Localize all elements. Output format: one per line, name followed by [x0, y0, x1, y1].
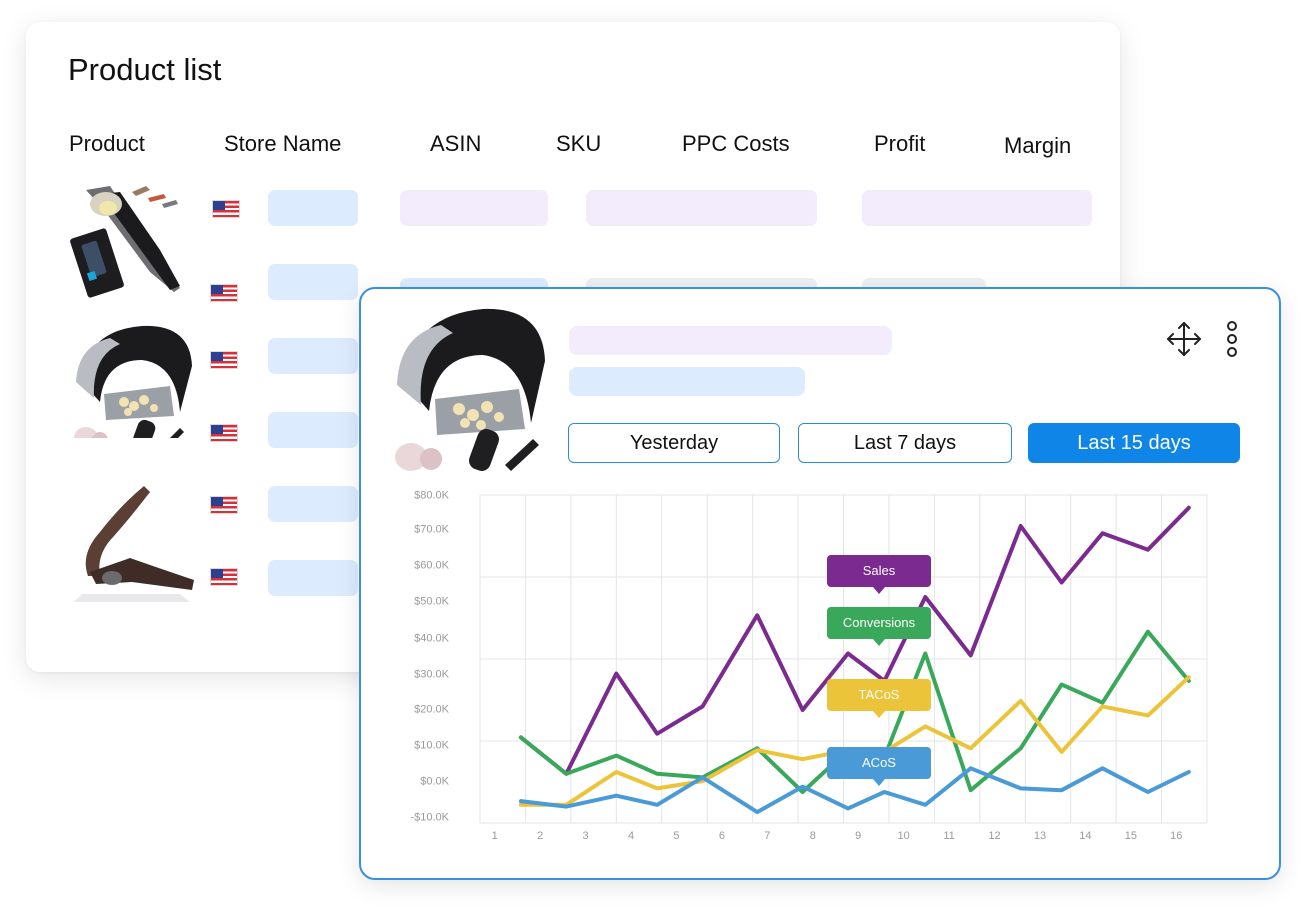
y-tick-label: $10.0K [414, 740, 450, 752]
product-detail-card: Yesterday Last 7 days Last 15 days $80.0… [359, 287, 1281, 880]
product-subtitle-placeholder [569, 367, 805, 396]
x-tick-label: 14 [1079, 830, 1091, 842]
x-tick-label: 12 [988, 830, 1000, 842]
y-tick-label: $60.0K [414, 560, 450, 572]
vertical-dots-icon[interactable] [1221, 320, 1243, 358]
x-tick-label: 13 [1034, 830, 1046, 842]
store-name-placeholder [268, 264, 358, 300]
range-yesterday-button[interactable]: Yesterday [568, 423, 780, 463]
legend-label-acos: ACoS [862, 755, 896, 770]
move-arrows-icon[interactable] [1165, 320, 1203, 358]
legend-label-tacos: TACoS [859, 687, 900, 702]
column-header-asin[interactable]: ASIN [430, 131, 481, 157]
x-tick-label: 10 [898, 830, 910, 842]
legend-callout-pointer [873, 587, 885, 594]
ppc-costs-placeholder [586, 190, 817, 226]
us-flag-icon [210, 424, 238, 442]
x-tick-label: 11 [943, 830, 954, 842]
x-tick-label: 9 [855, 830, 861, 842]
y-tick-label: $70.0K [414, 524, 450, 536]
y-tick-label: $40.0K [414, 633, 450, 645]
page-title: Product list [68, 52, 222, 87]
column-header-store-name[interactable]: Store Name [224, 131, 341, 157]
x-tick-label: 2 [537, 830, 543, 842]
store-name-placeholder [268, 412, 358, 448]
column-header-sku[interactable]: SKU [556, 131, 601, 157]
x-tick-label: 16 [1170, 830, 1182, 842]
us-flag-icon [210, 284, 238, 302]
product-title-placeholder [569, 326, 892, 355]
y-tick-label: $50.0K [414, 596, 450, 608]
store-name-placeholder [268, 486, 358, 522]
profit-placeholder [862, 190, 1092, 226]
garlic-rocker-product-image[interactable] [70, 320, 194, 438]
legend-callout-pointer [873, 711, 885, 718]
legend-label-conversions: Conversions [843, 615, 916, 630]
x-tick-label: 4 [628, 830, 634, 842]
column-header-product[interactable]: Product [69, 131, 145, 157]
us-flag-icon [210, 351, 238, 369]
x-tick-label: 6 [719, 830, 725, 842]
us-flag-icon [212, 200, 240, 218]
store-name-placeholder [268, 190, 358, 226]
garlic-rocker-product-image [395, 308, 545, 471]
x-tick-label: 1 [492, 830, 498, 842]
x-tick-label: 7 [764, 830, 770, 842]
store-name-placeholder [268, 560, 358, 596]
x-tick-label: 15 [1125, 830, 1137, 842]
legend-callout-pointer [873, 639, 885, 646]
performance-line-chart: $80.0K $70.0K $60.0K $50.0K $40.0K $30.0K $20.… [410, 490, 1208, 842]
y-tick-label: -$10.0K [410, 812, 449, 824]
range-last-7-days-button[interactable]: Last 7 days [798, 423, 1012, 463]
y-tick-label: $80.0K [414, 490, 450, 502]
x-tick-label: 3 [583, 830, 589, 842]
asin-placeholder [400, 190, 548, 226]
garlic-crusher-product-image[interactable] [70, 484, 194, 602]
legend-label-sales: Sales [863, 563, 896, 578]
range-last-15-days-button[interactable]: Last 15 days [1028, 423, 1240, 463]
y-tick-label: $30.0K [414, 669, 450, 681]
x-tick-label: 8 [810, 830, 816, 842]
store-name-placeholder [268, 338, 358, 374]
x-tick-label: 5 [673, 830, 679, 842]
y-tick-label: $20.0K [414, 704, 450, 716]
garlic-press-product-image[interactable] [70, 180, 194, 298]
column-header-margin[interactable]: Margin [1004, 133, 1071, 159]
legend-callout-pointer [873, 779, 885, 786]
series-line-sales [518, 505, 1191, 776]
us-flag-icon [210, 496, 238, 514]
column-header-ppc-costs[interactable]: PPC Costs [682, 131, 790, 157]
column-header-profit[interactable]: Profit [874, 131, 925, 157]
y-tick-label: $0.0K [420, 776, 449, 788]
us-flag-icon [210, 568, 238, 586]
